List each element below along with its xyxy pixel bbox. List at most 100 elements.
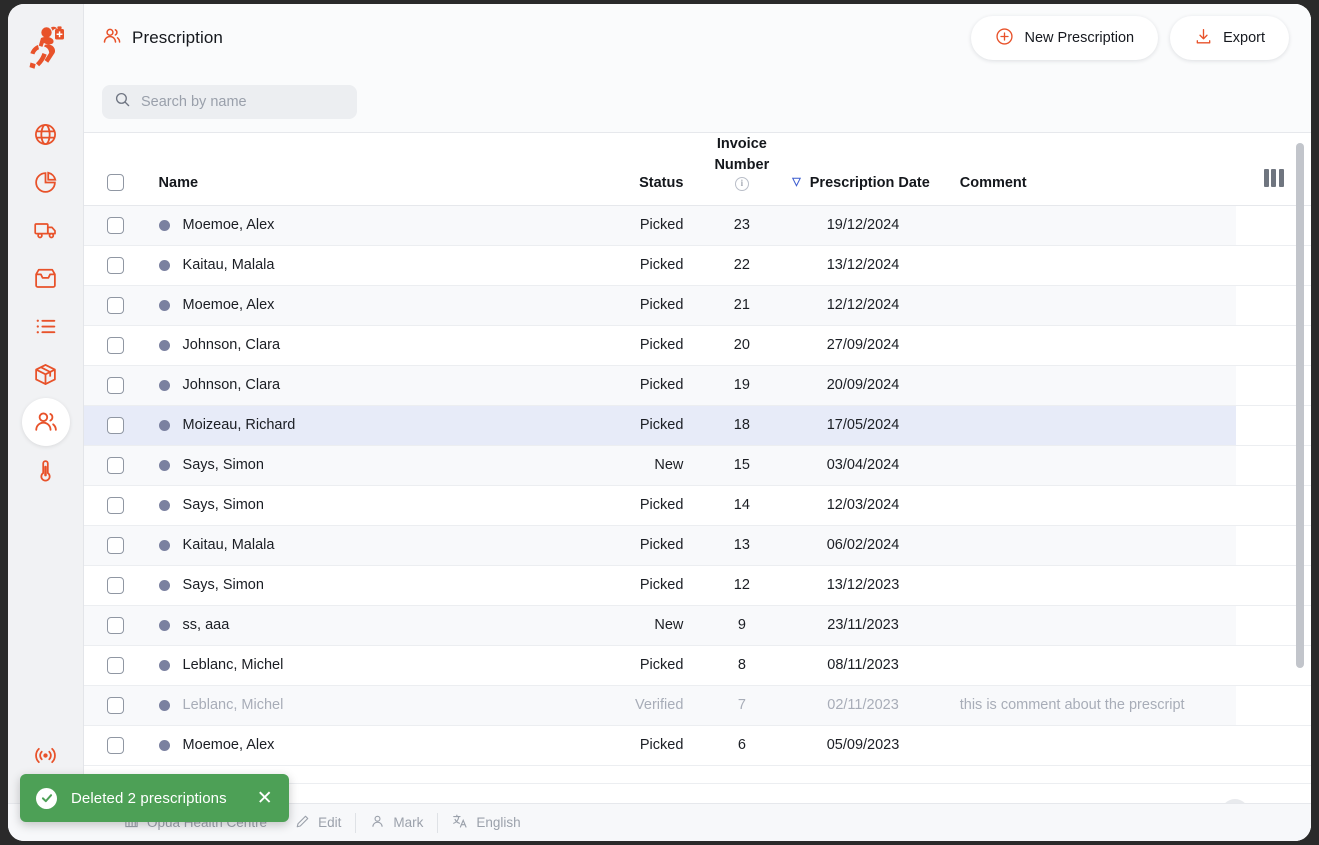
info-icon[interactable]: i [734,176,749,191]
main-content: Prescription New Prescription Export Sea… [84,4,1311,841]
sidebar-item-temperature[interactable] [22,446,70,494]
cell-comment: this is comment about the prescript [953,685,1237,726]
row-checkbox-cell [84,365,147,406]
column-header-name[interactable]: Name [146,133,581,206]
table-row[interactable]: Leblanc, Michel Verified 7 02/11/2023 this i… [84,685,1311,726]
table-row[interactable]: Moizeau, Richard Picked 18 17/05/2024 [84,405,1311,446]
cell-invoice-number: 8 [691,645,793,686]
new-prescription-button[interactable]: New Prescription [971,16,1159,60]
table-row[interactable]: ss, aaa New 9 23/11/2023 [84,605,1311,646]
patient-name: ss, aaa [182,617,230,633]
cell-name: Moemoe, Alex [146,285,581,326]
table-row[interactable]: Says, Simon Picked 14 12/03/2024 [84,485,1311,526]
sidebar-item-prescription[interactable] [21,398,70,446]
cell-prescription-date: 05/09/2023 [792,725,954,766]
table-row[interactable]: Says, Simon New 15 03/04/2024 [84,445,1311,486]
table-row[interactable]: Moemoe, Alex Picked 21 12/12/2024 [84,285,1311,326]
cell-status: Picked [580,285,692,326]
sidebar-item-globe[interactable] [22,110,70,158]
header-actions: New Prescription Export [971,16,1289,60]
close-icon[interactable]: ✕ [257,789,273,808]
toast-notification: Deleted 2 prescriptions ✕ [20,774,289,822]
row-checkbox-cell [84,525,147,566]
status-dot [158,659,170,671]
new-prescription-label: New Prescription [1024,30,1135,46]
row-checkbox[interactable] [106,696,124,714]
cell-status: Verified [580,685,692,726]
table-row[interactable]: Moemoe, Alex Picked 6 05/09/2023 [84,725,1311,766]
row-checkbox[interactable] [106,376,124,394]
status-language[interactable]: English [438,813,534,832]
row-checkbox[interactable] [106,576,124,594]
cell-name: Leblanc, Michel [146,645,581,686]
table-row[interactable]: Leblanc, Michel Picked 8 08/11/2023 [84,645,1311,686]
status-dot [158,219,170,231]
cell-invoice-number: 13 [691,525,793,566]
column-header-invoice-number[interactable]: Invoice Number i [691,133,793,206]
patient-name: Johnson, Clara [182,377,281,393]
plus-circle-icon [995,27,1014,50]
app-window: Prescription New Prescription Export Sea… [8,4,1311,841]
row-checkbox[interactable] [106,456,124,474]
export-label: Export [1223,30,1265,46]
cell-name: Says, Simon [146,565,581,606]
row-checkbox[interactable] [106,416,124,434]
table-row[interactable]: Kaitau, Malala Picked 22 13/12/2024 [84,245,1311,286]
prescription-table-area: Name Status Invoice Number i ▽ Prescript… [84,132,1311,783]
cell-prescription-date: 27/09/2024 [792,325,954,366]
sidebar-item-inbox[interactable] [22,254,70,302]
status-dot [158,579,170,591]
row-checkbox[interactable] [106,736,124,754]
cell-name: Johnson, Clara [146,325,581,366]
row-checkbox[interactable] [106,256,124,274]
column-header-comment[interactable]: Comment [953,133,1237,206]
select-all-header [84,133,147,206]
sidebar-item-reports[interactable] [22,158,70,206]
table-row[interactable]: Johnson, Clara Picked 19 20/09/2024 [84,365,1311,406]
cell-name: Moemoe, Alex [146,725,581,766]
patient-name: Johnson, Clara [182,337,281,353]
export-button[interactable]: Export [1170,16,1289,60]
row-checkbox[interactable] [106,616,124,634]
search-input[interactable] [141,94,345,110]
sidebar-item-deliveries[interactable] [22,206,70,254]
row-checkbox-cell [84,205,147,246]
status-user[interactable]: Mark [356,814,437,832]
table-row[interactable]: Johnson, Clara Picked 20 27/09/2024 [84,325,1311,366]
table-vertical-scrollbar[interactable] [1296,143,1304,668]
patient-name: Moemoe, Alex [182,297,275,313]
table-row[interactable]: Says, Simon Picked 12 13/12/2023 [84,565,1311,606]
row-checkbox[interactable] [106,496,124,514]
row-checkbox[interactable] [106,656,124,674]
sidebar-item-lists[interactable] [22,302,70,350]
select-all-checkbox[interactable] [106,173,124,191]
sidebar-item-sync[interactable] [22,731,70,779]
columns-icon[interactable] [1263,168,1284,187]
status-edit[interactable]: Edit [281,814,355,832]
toast-message: Deleted 2 prescriptions [71,789,227,807]
sort-descending-icon[interactable]: ▽ [792,177,800,188]
row-checkbox[interactable] [106,216,124,234]
status-dot [158,739,170,751]
page-title-wrap: Prescription [102,26,223,51]
status-dot [158,699,170,711]
column-header-status[interactable]: Status [580,133,692,206]
cell-name: Moemoe, Alex [146,205,581,246]
prescription-date-label: Prescription Date [809,174,930,191]
row-checkbox[interactable] [106,536,124,554]
status-dot [158,459,170,471]
row-checkbox[interactable] [106,336,124,354]
cell-status: Picked [580,645,692,686]
cell-invoice-number: 18 [691,405,793,446]
sidebar-item-stock[interactable] [22,350,70,398]
pencil-icon [295,814,310,832]
table-row[interactable]: Moemoe, Alex Picked 23 19/12/2024 [84,205,1311,246]
row-checkbox-cell [84,245,147,286]
status-dot [158,619,170,631]
download-icon [1194,27,1213,50]
patient-name: Moizeau, Richard [182,417,296,433]
row-checkbox[interactable] [106,296,124,314]
column-header-prescription-date[interactable]: ▽ Prescription Date [792,133,954,206]
search-box[interactable] [102,85,357,119]
table-row[interactable]: Kaitau, Malala Picked 13 06/02/2024 [84,525,1311,566]
